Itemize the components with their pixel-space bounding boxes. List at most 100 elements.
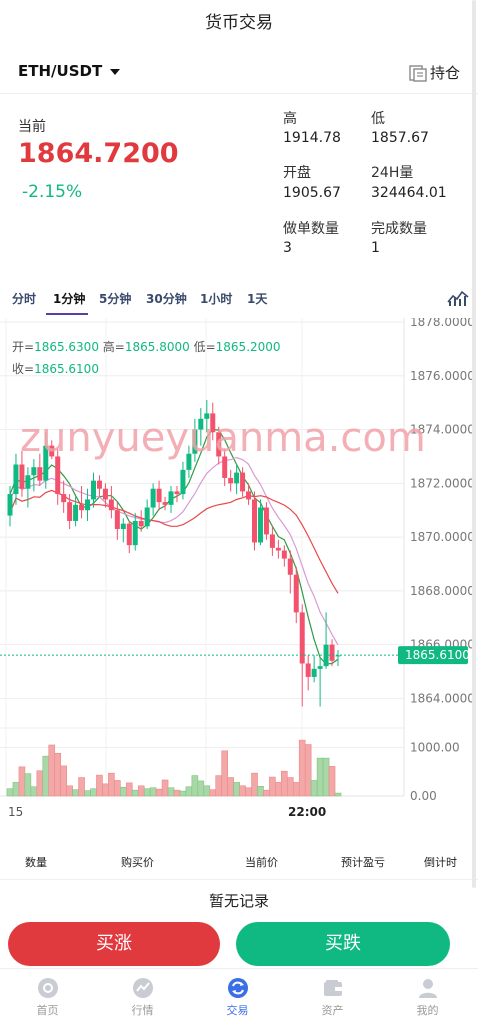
done-label: 完成数量: [371, 221, 427, 237]
candle-body: [269, 534, 275, 548]
high-value: 1914.78: [283, 130, 341, 146]
legend-open-value: 1865.6300: [34, 340, 99, 354]
volume-bar: [286, 777, 294, 797]
volume-bar: [227, 777, 234, 797]
candle-body: [19, 464, 25, 489]
nav-market[interactable]: 行情: [95, 969, 190, 1024]
interval-tabs: 分时 1分钟 5分钟 30分钟 1小时 1天: [0, 285, 478, 315]
price-tick-label: 1864.0000: [410, 691, 475, 705]
candle-body: [329, 644, 335, 661]
volume-bar: [251, 772, 258, 797]
buy-down-button[interactable]: 买跌: [236, 922, 450, 966]
legend-high-value: 1865.8000: [124, 340, 190, 354]
tab-5min[interactable]: 5分钟: [99, 290, 131, 307]
hold-button[interactable]: 持仓: [408, 62, 460, 83]
volume-bar: [310, 780, 318, 797]
tab-1day[interactable]: 1天: [247, 290, 267, 307]
volume-bar: [78, 777, 85, 797]
kline-chart[interactable]: 1878.0000 1876.0000 1874.0000 1872.0000 1870…: [0, 315, 478, 819]
candle-body: [126, 523, 132, 546]
volume-tick-label: 0.00: [410, 789, 437, 803]
nav-profile[interactable]: 我的: [380, 969, 475, 1024]
high-label: 高: [283, 111, 297, 127]
candle-body: [13, 464, 19, 495]
candle-body: [174, 491, 180, 495]
candle-body: [252, 499, 258, 543]
candle-body: [287, 558, 293, 575]
hold-label: 持仓: [429, 64, 460, 82]
volume-bar: [108, 772, 115, 797]
indicators-icon[interactable]: [447, 289, 469, 307]
scrollbar[interactable]: [472, 0, 476, 888]
legend-low-value: 1865.2000: [215, 340, 281, 354]
volume-bar: [197, 780, 205, 797]
col-current-price: 当前价: [245, 856, 278, 869]
empty-state: 暂无记录: [208, 892, 269, 910]
price-tick-label: 1872.0000: [410, 476, 475, 490]
volume-bar: [203, 785, 211, 797]
candle-body: [132, 520, 138, 546]
volume-bar: [84, 790, 91, 797]
volume-bar: [263, 789, 270, 797]
volume-bar: [233, 782, 240, 797]
price-tick-label: 1868.0000: [410, 584, 475, 598]
candle-body: [317, 666, 323, 669]
tab-timeline[interactable]: 分时: [12, 290, 36, 307]
volume-bar: [137, 785, 145, 797]
volume-bar: [185, 786, 193, 797]
candle-body: [25, 475, 31, 489]
volume-bar: [48, 744, 56, 797]
done-value: 1: [371, 240, 380, 256]
pair-selector[interactable]: ETH/USDT: [18, 62, 121, 80]
candle-body: [180, 469, 186, 495]
price-tick-label: 1876.0000: [410, 369, 475, 383]
candle-body: [96, 480, 102, 489]
kline-svg[interactable]: 1878.00001876.00001874.00001872.00001870…: [0, 315, 478, 819]
bottom-nav: 首页 行情 交易 资产 我的: [0, 968, 478, 1024]
orders-value: 3: [283, 240, 292, 256]
volume-bar: [275, 782, 282, 797]
nav-trade[interactable]: 交易: [190, 969, 285, 1024]
volume-bar: [54, 752, 62, 797]
user-icon: [418, 979, 437, 998]
current-price: 1864.7200: [18, 138, 179, 169]
buy-up-button[interactable]: 买涨: [8, 922, 220, 966]
volume-bar: [257, 785, 264, 797]
legend-close-value: 1865.6100: [34, 362, 99, 376]
candle-body: [257, 507, 263, 543]
volume-bar: [221, 750, 228, 797]
tab-1hour[interactable]: 1小时: [200, 290, 232, 307]
pair-bar: ETH/USDT 持仓: [0, 50, 478, 94]
candle-body: [102, 488, 108, 500]
tab-30min[interactable]: 30分钟: [146, 290, 187, 307]
candle-body: [90, 480, 96, 500]
pair-symbol: ETH/USDT: [18, 62, 103, 80]
volume-bar: [30, 786, 38, 797]
candle-body: [114, 510, 120, 530]
change-percent: -2.15%: [22, 182, 83, 202]
candle-body: [275, 547, 281, 551]
page-title: 货币交易: [205, 13, 273, 33]
x-tick-label: 15: [8, 805, 23, 818]
nav-home-label: 首页: [36, 1004, 59, 1017]
current-label: 当前: [18, 119, 46, 135]
volume-bar: [114, 780, 121, 797]
volume-bar: [36, 770, 44, 797]
volume-bar: [90, 788, 97, 797]
col-countdown: 倒计时: [424, 856, 457, 869]
chevron-down-icon: [110, 68, 121, 75]
volume-bar: [42, 755, 50, 797]
open-value: 1905.67: [283, 185, 341, 201]
nav-assets[interactable]: 资产: [285, 969, 380, 1024]
volume-bar: [316, 757, 324, 797]
candle-body: [138, 520, 144, 527]
candle-body: [168, 491, 174, 505]
volume-bar: [281, 770, 288, 797]
tab-1min[interactable]: 1分钟: [53, 290, 85, 307]
candle-body: [61, 494, 67, 503]
market-icon: [132, 978, 153, 998]
col-buy-price: 购买价: [121, 856, 154, 869]
nav-home[interactable]: 首页: [0, 969, 95, 1024]
volume-bar: [269, 776, 276, 797]
legend-high-label: 高=: [102, 340, 125, 354]
